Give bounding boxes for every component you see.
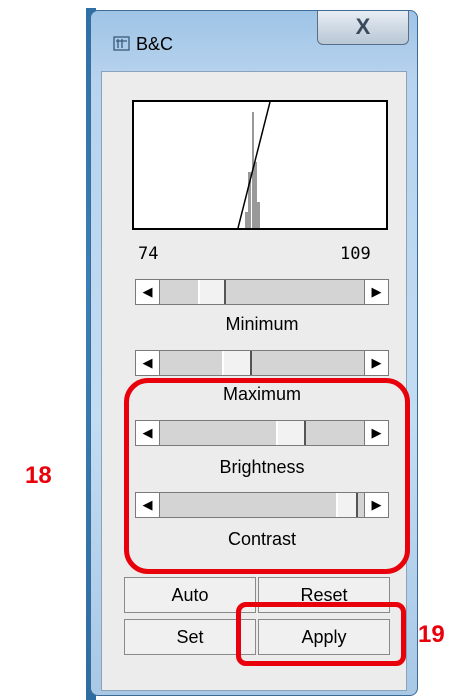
histogram-graphic: [237, 101, 271, 229]
imagej-app-icon: [113, 36, 130, 51]
bc-window: B&C X 74 109 ◀ ▶ Minimum ◀ ▶ Maximum ◀ ▶…: [90, 10, 418, 696]
close-button[interactable]: X: [317, 11, 409, 45]
histogram-bar: [254, 162, 257, 228]
maximum-slider[interactable]: ◀ ▶: [135, 350, 389, 376]
minimum-increment-arrow-icon[interactable]: ▶: [364, 280, 388, 304]
histogram-bar: [257, 202, 260, 228]
maximum-increment-arrow-icon[interactable]: ▶: [364, 351, 388, 375]
minimum-decrement-arrow-icon[interactable]: ◀: [136, 280, 160, 304]
minimum-slider[interactable]: ◀ ▶: [135, 279, 389, 305]
window-title: B&C: [136, 34, 174, 54]
annotation-number-18: 18: [25, 462, 52, 489]
annotation-box-apply: [236, 602, 406, 666]
range-max-label: 109: [340, 244, 371, 264]
annotation-number-19: 19: [418, 621, 445, 648]
title-bar[interactable]: B&C X: [91, 11, 417, 73]
maximum-slider-thumb[interactable]: [222, 351, 252, 375]
range-min-label: 74: [138, 244, 159, 264]
annotation-box-sliders: [124, 378, 410, 574]
maximum-decrement-arrow-icon[interactable]: ◀: [136, 351, 160, 375]
minimum-label: Minimum: [225, 314, 299, 334]
minimum-slider-thumb[interactable]: [198, 280, 226, 304]
histogram-plot: [132, 100, 388, 230]
histogram-bar: [245, 212, 248, 228]
close-icon: X: [355, 14, 371, 39]
